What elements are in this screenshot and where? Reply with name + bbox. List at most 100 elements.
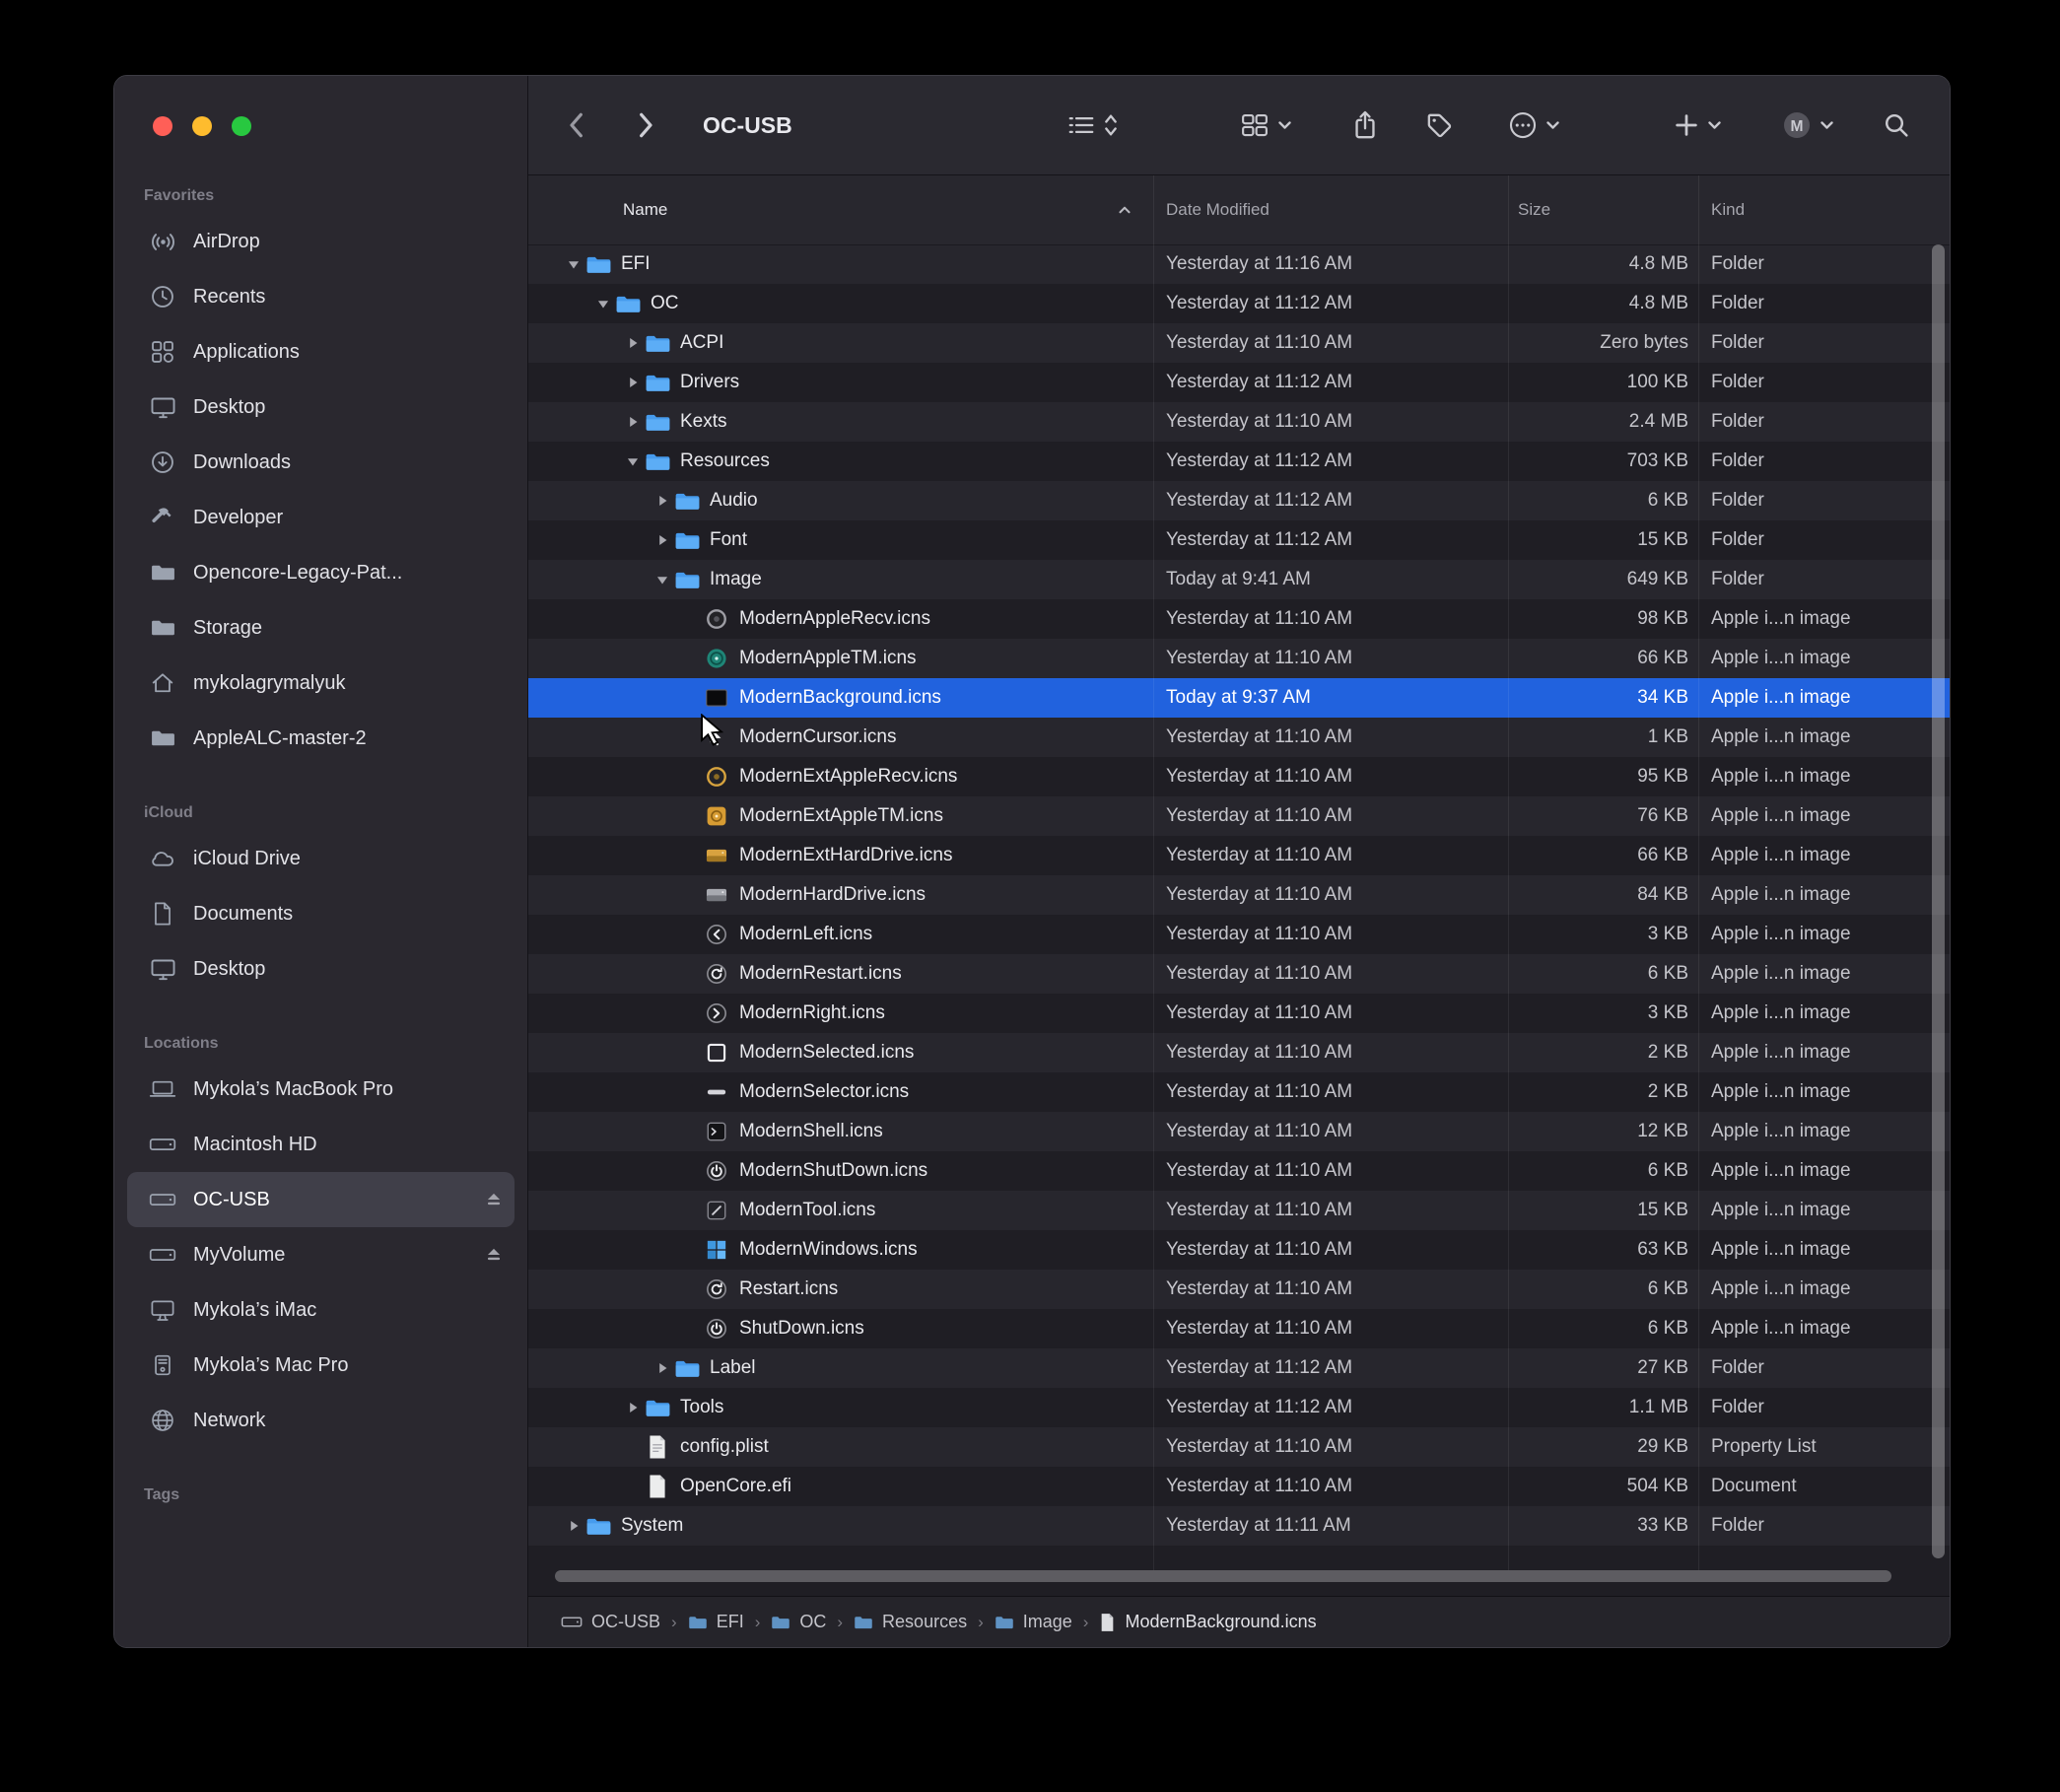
file-row-modernshell-icns[interactable]: ModernShell.icnsYesterday at 11:10 AM12 … <box>528 1112 1950 1151</box>
toolbar-new-item[interactable] <box>1674 112 1722 138</box>
file-row-moderncursor-icns[interactable]: ModernCursor.icnsYesterday at 11:10 AM1 … <box>528 718 1950 757</box>
file-date-modified: Yesterday at 11:10 AM <box>1166 323 1491 363</box>
sidebar-item-myvolume[interactable]: MyVolume <box>127 1227 515 1282</box>
row-indent <box>528 974 682 975</box>
back-button[interactable] <box>568 111 584 139</box>
path-item-efi[interactable]: EFI <box>688 1612 744 1632</box>
file-row-audio[interactable]: AudioYesterday at 11:12 AM6 KBFolder <box>528 481 1950 520</box>
file-row-resources[interactable]: ResourcesYesterday at 11:12 AM703 KBFold… <box>528 442 1950 481</box>
disclosure-open-icon[interactable] <box>564 259 584 270</box>
file-row-restart-icns[interactable]: Restart.icnsYesterday at 11:10 AM6 KBApp… <box>528 1270 1950 1309</box>
file-name: OpenCore.efi <box>680 1476 791 1497</box>
file-name: ModernLeft.icns <box>739 924 872 945</box>
path-item-oc[interactable]: OC <box>771 1612 826 1632</box>
file-row-modernwindows-icns[interactable]: ModernWindows.icnsYesterday at 11:10 AM6… <box>528 1230 1950 1270</box>
toolbar-account[interactable]: M <box>1782 110 1834 140</box>
eject-icon[interactable] <box>485 1247 503 1263</box>
toolbar-search[interactable] <box>1883 111 1910 139</box>
sidebar-item-desktop[interactable]: Desktop <box>127 379 515 435</box>
file-row-config-plist[interactable]: config.plistYesterday at 11:10 AM29 KBPr… <box>528 1427 1950 1467</box>
minimize-window-button[interactable] <box>192 116 212 136</box>
disclosure-closed-icon[interactable] <box>623 1401 643 1414</box>
sidebar-item-network[interactable]: Network <box>127 1393 515 1448</box>
file-row-modernextappletm-icns[interactable]: ModernExtAppleTM.icnsYesterday at 11:10 … <box>528 796 1950 836</box>
toolbar-view-options[interactable] <box>1066 111 1118 139</box>
disclosure-closed-icon[interactable] <box>564 1519 584 1533</box>
sidebar-item-icloud-drive[interactable]: iCloud Drive <box>127 831 515 886</box>
disclosure-open-icon[interactable] <box>623 456 643 467</box>
sidebar-item-desktop[interactable]: Desktop <box>127 941 515 997</box>
file-row-label[interactable]: LabelYesterday at 11:12 AM27 KBFolder <box>528 1348 1950 1388</box>
file-row-modernshutdown-icns[interactable]: ModernShutDown.icnsYesterday at 11:10 AM… <box>528 1151 1950 1191</box>
sidebar-item-mykolagrymalyuk[interactable]: mykolagrymalyuk <box>127 655 515 711</box>
file-row-font[interactable]: FontYesterday at 11:12 AM15 KBFolder <box>528 520 1950 560</box>
file-row-modernharddrive-icns[interactable]: ModernHardDrive.icnsYesterday at 11:10 A… <box>528 875 1950 915</box>
file-row-efi[interactable]: EFIYesterday at 11:16 AM4.8 MBFolder <box>528 244 1950 284</box>
column-header-kind[interactable]: Kind <box>1711 174 1745 244</box>
close-window-button[interactable] <box>153 116 172 136</box>
file-name: ModernRestart.icns <box>739 963 902 985</box>
sidebar-item-macintosh-hd[interactable]: Macintosh HD <box>127 1117 515 1172</box>
disclosure-closed-icon[interactable] <box>652 1361 672 1375</box>
forward-button[interactable] <box>639 111 654 139</box>
file-row-modernright-icns[interactable]: ModernRight.icnsYesterday at 11:10 AM3 K… <box>528 994 1950 1033</box>
sidebar-item-developer[interactable]: Developer <box>127 490 515 545</box>
file-row-modernrestart-icns[interactable]: ModernRestart.icnsYesterday at 11:10 AM6… <box>528 954 1950 994</box>
disclosure-open-icon[interactable] <box>652 575 672 586</box>
toolbar-share[interactable] <box>1352 109 1378 141</box>
file-date-modified: Yesterday at 11:10 AM <box>1166 1309 1491 1348</box>
toolbar-group-by[interactable] <box>1240 112 1292 138</box>
sidebar-item-applealc-master-2[interactable]: AppleALC-master-2 <box>127 711 515 766</box>
file-row-shutdown-icns[interactable]: ShutDown.icnsYesterday at 11:10 AM6 KBAp… <box>528 1309 1950 1348</box>
disclosure-closed-icon[interactable] <box>623 415 643 429</box>
vertical-scrollbar[interactable] <box>1932 244 1945 1558</box>
sidebar-item-airdrop[interactable]: AirDrop <box>127 214 515 269</box>
file-row-oc[interactable]: OCYesterday at 11:12 AM4.8 MBFolder <box>528 284 1950 323</box>
sidebar-item-opencore-legacy-pat[interactable]: Opencore-Legacy-Pat... <box>127 545 515 600</box>
toolbar-tags[interactable] <box>1425 111 1453 139</box>
row-indent <box>528 934 682 935</box>
zoom-window-button[interactable] <box>232 116 251 136</box>
file-row-moderntool-icns[interactable]: ModernTool.icnsYesterday at 11:10 AM15 K… <box>528 1191 1950 1230</box>
file-row-kexts[interactable]: KextsYesterday at 11:10 AM2.4 MBFolder <box>528 402 1950 442</box>
disclosure-closed-icon[interactable] <box>652 494 672 508</box>
sidebar-item-mykola-s-imac[interactable]: Mykola’s iMac <box>127 1282 515 1338</box>
path-item-modernbackground-icns[interactable]: ModernBackground.icns <box>1099 1612 1316 1632</box>
path-item-image[interactable]: Image <box>995 1612 1072 1632</box>
sidebar-item-recents[interactable]: Recents <box>127 269 515 324</box>
sidebar-item-mykola-s-macbook-pro[interactable]: Mykola’s MacBook Pro <box>127 1062 515 1117</box>
file-row-modernapplerecv-icns[interactable]: ModernAppleRecv.icnsYesterday at 11:10 A… <box>528 599 1950 639</box>
sidebar-item-storage[interactable]: Storage <box>127 600 515 655</box>
disclosure-closed-icon[interactable] <box>623 336 643 350</box>
sidebar-item-mykola-s-mac-pro[interactable]: Mykola’s Mac Pro <box>127 1338 515 1393</box>
disclosure-open-icon[interactable] <box>593 299 613 310</box>
horizontal-scrollbar[interactable] <box>555 1570 1891 1582</box>
disclosure-closed-icon[interactable] <box>652 533 672 547</box>
column-header-size[interactable]: Size <box>1518 174 1550 244</box>
file-row-opencore-efi[interactable]: OpenCore.efiYesterday at 11:10 AM504 KBD… <box>528 1467 1950 1506</box>
column-header-date-modified[interactable]: Date Modified <box>1166 174 1270 244</box>
toolbar-more-actions[interactable] <box>1508 110 1560 140</box>
sidebar-item-downloads[interactable]: Downloads <box>127 435 515 490</box>
file-row-modernleft-icns[interactable]: ModernLeft.icnsYesterday at 11:10 AM3 KB… <box>528 915 1950 954</box>
file-row-drivers[interactable]: DriversYesterday at 11:12 AM100 KBFolder <box>528 363 1950 402</box>
file-row-modernappletm-icns[interactable]: ModernAppleTM.icnsYesterday at 11:10 AM6… <box>528 639 1950 678</box>
file-row-modernextapplerecv-icns[interactable]: ModernExtAppleRecv.icnsYesterday at 11:1… <box>528 757 1950 796</box>
file-row-image[interactable]: ImageToday at 9:41 AM649 KBFolder <box>528 560 1950 599</box>
file-row-system[interactable]: SystemYesterday at 11:11 AM33 KBFolder <box>528 1506 1950 1546</box>
sidebar-item-applications[interactable]: Applications <box>127 324 515 379</box>
file-row-modernselected-icns[interactable]: ModernSelected.icnsYesterday at 11:10 AM… <box>528 1033 1950 1072</box>
disclosure-closed-icon[interactable] <box>623 376 643 389</box>
path-item-resources[interactable]: Resources <box>854 1612 967 1632</box>
sidebar-item-oc-usb[interactable]: OC-USB <box>127 1172 515 1227</box>
sidebar-item-documents[interactable]: Documents <box>127 886 515 941</box>
folder-side-icon <box>148 724 177 752</box>
path-item-oc-usb[interactable]: OC-USB <box>561 1612 660 1632</box>
column-header-name[interactable]: Name <box>623 174 667 244</box>
file-row-modernbackground-icns[interactable]: ModernBackground.icnsToday at 9:37 AM34 … <box>528 678 1950 718</box>
file-row-modernselector-icns[interactable]: ModernSelector.icnsYesterday at 11:10 AM… <box>528 1072 1950 1112</box>
file-row-tools[interactable]: ToolsYesterday at 11:12 AM1.1 MBFolder <box>528 1388 1950 1427</box>
file-row-modernextharddrive-icns[interactable]: ModernExtHardDrive.icnsYesterday at 11:1… <box>528 836 1950 875</box>
eject-icon[interactable] <box>485 1192 503 1207</box>
file-row-acpi[interactable]: ACPIYesterday at 11:10 AMZero bytesFolde… <box>528 323 1950 363</box>
